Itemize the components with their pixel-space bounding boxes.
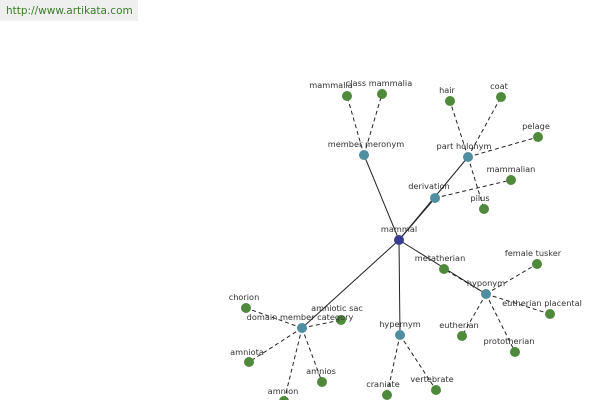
leaf-label-mammalian: mammalian bbox=[487, 164, 536, 174]
leaf-node-mammalian[interactable] bbox=[506, 175, 516, 185]
leaf-label-pilus: pilus bbox=[470, 193, 489, 203]
leaf-node-eutherian[interactable] bbox=[457, 331, 467, 341]
leaf-node-pelage[interactable] bbox=[533, 132, 543, 142]
nodes-layer bbox=[241, 89, 555, 400]
relation-label-member-meronym: member meronym bbox=[328, 139, 404, 149]
relation-node-member-meronym[interactable] bbox=[359, 150, 369, 160]
leaf-node-hair[interactable] bbox=[445, 96, 455, 106]
leaf-label-coat: coat bbox=[490, 81, 509, 91]
relation-node-hyponym[interactable] bbox=[481, 289, 491, 299]
leaf-node-amniota[interactable] bbox=[244, 357, 254, 367]
leaf-label-vertebrate: vertebrate bbox=[410, 374, 453, 384]
word-relation-graph: mammalmember meronymmammaliaclass mammal… bbox=[229, 78, 582, 400]
leaf-label-female-tusker: female tusker bbox=[505, 248, 562, 258]
leaf-label-chorion: chorion bbox=[229, 292, 260, 302]
leaf-label-class-mammalia: class mammalia bbox=[346, 78, 412, 88]
leaf-node-female-tusker[interactable] bbox=[532, 259, 542, 269]
leaf-node-amnion[interactable] bbox=[279, 396, 289, 400]
labels-layer: mammalmember meronymmammaliaclass mammal… bbox=[229, 78, 582, 396]
leaf-node-craniate[interactable] bbox=[382, 390, 392, 400]
leaf-node-metatherian[interactable] bbox=[439, 264, 449, 274]
leaf-label-amnion: amnion bbox=[268, 386, 299, 396]
leaf-label-amniota: amniota bbox=[230, 347, 264, 357]
leaf-node-coat[interactable] bbox=[496, 92, 506, 102]
leaf-label-metatherian: metatherian bbox=[415, 253, 466, 263]
leaf-label-eutherian-placental: eutherian placental bbox=[502, 298, 582, 308]
leaf-label-pelage: pelage bbox=[522, 121, 550, 131]
relation-node-domain-member-category[interactable] bbox=[297, 323, 307, 333]
leaf-label-eutherian: eutherian bbox=[439, 320, 479, 330]
leaf-label-prototherian: prototherian bbox=[484, 336, 535, 346]
relation-label-hypernym: hypernym bbox=[379, 319, 421, 329]
leaf-label-amniotic-sac: amniotic sac bbox=[311, 303, 363, 313]
leaf-label-craniate: craniate bbox=[366, 379, 400, 389]
relation-node-part-holonym[interactable] bbox=[463, 152, 473, 162]
leaf-node-mammalia[interactable] bbox=[342, 91, 352, 101]
relation-node-hypernym[interactable] bbox=[395, 330, 405, 340]
leaf-node-vertebrate[interactable] bbox=[431, 385, 441, 395]
label-mammal: mammal bbox=[381, 224, 417, 234]
leaf-label-hair: hair bbox=[439, 85, 455, 95]
relation-label-part-holonym: part holonym bbox=[437, 141, 492, 151]
relation-node-derivation[interactable] bbox=[430, 193, 440, 203]
relation-label-derivation: derivation bbox=[408, 181, 449, 191]
leaf-node-prototherian[interactable] bbox=[510, 347, 520, 357]
leaf-node-eutherian-placental[interactable] bbox=[545, 309, 555, 319]
leaf-node-amnios[interactable] bbox=[317, 377, 327, 387]
leaf-node-class-mammalia[interactable] bbox=[377, 89, 387, 99]
node-mammal[interactable] bbox=[394, 235, 404, 245]
leaf-label-amnios: amnios bbox=[306, 366, 336, 376]
relation-label-domain-member-category: domain member category bbox=[247, 312, 354, 322]
leaf-node-pilus[interactable] bbox=[479, 204, 489, 214]
relation-label-hyponym: hyponym bbox=[467, 278, 505, 288]
